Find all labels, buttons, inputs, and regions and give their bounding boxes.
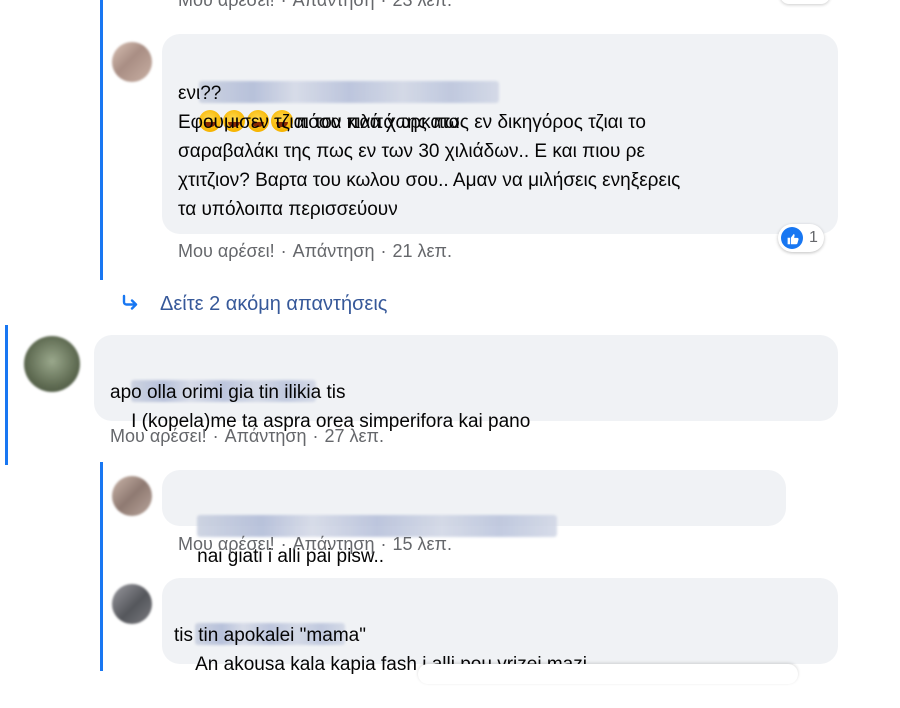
timestamp[interactable]: 15 λεπ. (392, 534, 451, 554)
comment-meta: Μου αρέσει! · Απάντηση · 27 λεπ. (110, 426, 384, 446)
more-replies-link[interactable]: Δείτε 2 ακόμη απαντήσεις (122, 293, 387, 316)
timestamp[interactable]: 27 λεπ. (324, 426, 383, 446)
reply-link[interactable]: Απάντηση (225, 426, 307, 446)
timestamp[interactable]: 21 λεπ. (392, 241, 451, 261)
comment-bubble: I (kopela)me ta aspra orea simperifora k… (94, 335, 838, 432)
thread-line (5, 325, 8, 465)
comment-meta-top: Μου αρέσει! · Απάντηση · 23 λεπ. (178, 0, 452, 11)
comment-text: apo olla orimi gia tin ilikia tis (110, 382, 346, 403)
comment-bubble: πόσα κιλά χωρκατα ενι?? Εφουμισεν τζιαι … (162, 34, 838, 234)
comment-input-partial (418, 664, 798, 684)
reply-link[interactable]: Απάντηση (293, 534, 375, 554)
like-reaction-icon (781, 227, 803, 249)
timestamp[interactable]: 23 λεπ. (392, 0, 451, 10)
reply-link[interactable]: Απάντηση (293, 241, 375, 261)
comment-meta: Μου αρέσει! · Απάντηση · 15 λεπ. (178, 534, 452, 554)
comment-meta: Μου αρέσει! · Απάντηση · 21 λεπ. (178, 241, 452, 261)
reaction-count: 1 (809, 229, 818, 246)
comment-text: tis tin apokalei "mama" (174, 625, 366, 646)
avatar[interactable] (24, 336, 80, 392)
reaction-badge-partial (780, 0, 830, 4)
comment-bubble: An akousa kala kapia fash i alli pou vri… (162, 578, 838, 675)
thread-line (100, 462, 103, 671)
more-replies-label: Δείτε 2 ακόμη απαντήσεις (160, 293, 388, 315)
avatar[interactable] (112, 42, 152, 82)
avatar[interactable] (112, 476, 152, 516)
comment-text: ενι?? Εφουμισεν τζιαι τον παπά της πως ε… (178, 83, 681, 220)
thread-line (100, 0, 103, 280)
comment-bubble: nai giati i alli pai pisw.. (162, 470, 786, 567)
like-link[interactable]: Μου αρέσει! (178, 241, 275, 261)
avatar[interactable] (112, 584, 152, 624)
reaction-badge[interactable]: 1 (778, 224, 824, 252)
like-link[interactable]: Μου αρέσει! (178, 0, 275, 10)
like-link[interactable]: Μου αρέσει! (110, 426, 207, 446)
like-link[interactable]: Μου αρέσει! (178, 534, 275, 554)
reply-arrow-icon (122, 293, 140, 316)
reply-link[interactable]: Απάντηση (293, 0, 375, 10)
